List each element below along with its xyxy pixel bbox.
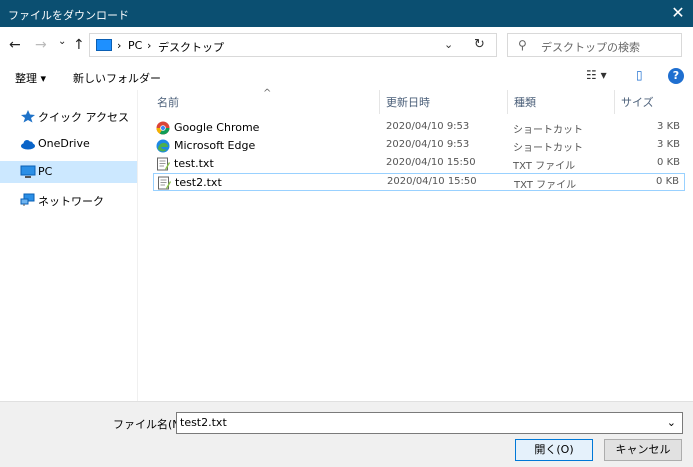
star-icon [21, 110, 35, 123]
file-size: 3 KB [657, 139, 680, 150]
recent-locations-button[interactable]: ⌄ [58, 36, 66, 47]
file-size: 0 KB [657, 157, 680, 168]
edge-icon [156, 139, 170, 153]
file-modified: 2020/04/10 9:53 [386, 121, 470, 132]
file-size: 0 KB [656, 176, 679, 187]
view-options-button[interactable]: ☷ ▾ [586, 68, 607, 82]
sidebar-item-pc[interactable]: PC [0, 161, 137, 183]
sidebar-item-network[interactable]: ネットワーク [0, 189, 137, 211]
monitor-icon [96, 39, 112, 51]
help-button[interactable]: ? [668, 68, 684, 84]
open-button[interactable]: 開く(O) [515, 439, 593, 461]
dialog-footer: ファイル名(N): ⌄ 開く(O) キャンセル [0, 401, 693, 467]
sidebar-item-onedrive[interactable]: OneDrive [0, 133, 137, 155]
up-button[interactable]: ↑ [73, 37, 85, 53]
column-divider[interactable] [507, 90, 508, 114]
file-list: ^ 名前 更新日時 種類 サイズ Google Chrome 2020/04/1… [139, 88, 693, 401]
breadcrumb-separator: › [147, 39, 152, 52]
cancel-button[interactable]: キャンセル [604, 439, 682, 461]
filename-input[interactable] [180, 416, 650, 429]
navigation-bar: ← → ⌄ ↑ › PC › デスクトップ ⌄ ↻ ⚲ デスクトップの検索 [0, 27, 693, 63]
column-header-modified[interactable]: 更新日時 [386, 94, 430, 110]
new-folder-button[interactable]: 新しいフォルダー [73, 70, 161, 86]
monitor-icon [20, 165, 36, 178]
file-modified: 2020/04/10 15:50 [387, 176, 477, 187]
forward-button[interactable]: → [35, 37, 47, 53]
file-row[interactable]: test2.txt 2020/04/10 15:50 TXT ファイル 0 KB [153, 173, 685, 191]
file-type: ショートカット [513, 143, 583, 154]
file-row[interactable]: Google Chrome 2020/04/10 9:53 ショートカット 3 … [153, 119, 685, 137]
search-placeholder: デスクトップの検索 [541, 41, 640, 54]
file-name: Google Chrome [174, 121, 260, 134]
column-header-size[interactable]: サイズ [621, 94, 654, 110]
file-row[interactable]: Microsoft Edge 2020/04/10 9:53 ショートカット 3… [153, 137, 685, 155]
refresh-button[interactable]: ↻ [474, 37, 485, 52]
breadcrumb-desktop[interactable]: デスクトップ [158, 39, 224, 55]
window-title: ファイルをダウンロード [8, 9, 129, 22]
file-name: Microsoft Edge [174, 139, 256, 152]
back-button[interactable]: ← [9, 37, 21, 53]
file-modified: 2020/04/10 15:50 [386, 157, 476, 168]
sidebar-item-quick-access[interactable]: クイック アクセス [0, 105, 137, 127]
sidebar-item-label: OneDrive [38, 137, 90, 150]
chrome-icon [156, 121, 170, 135]
title-bar: ファイルをダウンロード ✕ [0, 0, 693, 27]
column-header-type[interactable]: 種類 [514, 94, 536, 110]
sort-ascending-icon: ^ [263, 88, 272, 99]
cloud-icon [21, 140, 35, 150]
address-bar[interactable]: › PC › デスクトップ ⌄ ↻ [89, 33, 497, 57]
sidebar-item-label: ネットワーク [38, 195, 104, 208]
search-icon: ⚲ [518, 38, 527, 52]
navigation-pane: クイック アクセス OneDrive PC ネットワーク [0, 90, 138, 401]
filename-combobox[interactable]: ⌄ [176, 412, 683, 434]
sidebar-item-label: クイック アクセス [38, 111, 129, 124]
file-modified: 2020/04/10 9:53 [386, 139, 470, 150]
file-size: 3 KB [657, 121, 680, 132]
file-type: TXT ファイル [513, 161, 576, 172]
preview-pane-button[interactable]: ▯ [636, 68, 643, 82]
filename-dropdown-button[interactable]: ⌄ [667, 416, 676, 429]
breadcrumb-pc[interactable]: PC [128, 39, 142, 52]
network-icon [20, 193, 35, 206]
column-divider[interactable] [614, 90, 615, 114]
column-header-name[interactable]: 名前 [157, 94, 179, 110]
text-file-icon [158, 176, 171, 190]
search-box[interactable]: ⚲ デスクトップの検索 [507, 33, 682, 57]
text-file-icon [157, 157, 170, 171]
address-dropdown-button[interactable]: ⌄ [444, 38, 453, 51]
close-button[interactable]: ✕ [663, 0, 693, 27]
organize-button[interactable]: 整理 ▾ [15, 70, 46, 86]
file-row[interactable]: test.txt 2020/04/10 15:50 TXT ファイル 0 KB [153, 155, 685, 173]
sidebar-item-label: PC [38, 165, 53, 178]
breadcrumb-separator: › [117, 39, 122, 52]
column-divider[interactable] [379, 90, 380, 114]
command-bar: 整理 ▾ 新しいフォルダー ☷ ▾ ▯ ? [0, 63, 693, 90]
file-name: test2.txt [175, 176, 222, 189]
file-type: TXT ファイル [514, 180, 577, 191]
file-name: test.txt [174, 157, 214, 170]
file-type: ショートカット [513, 125, 583, 136]
